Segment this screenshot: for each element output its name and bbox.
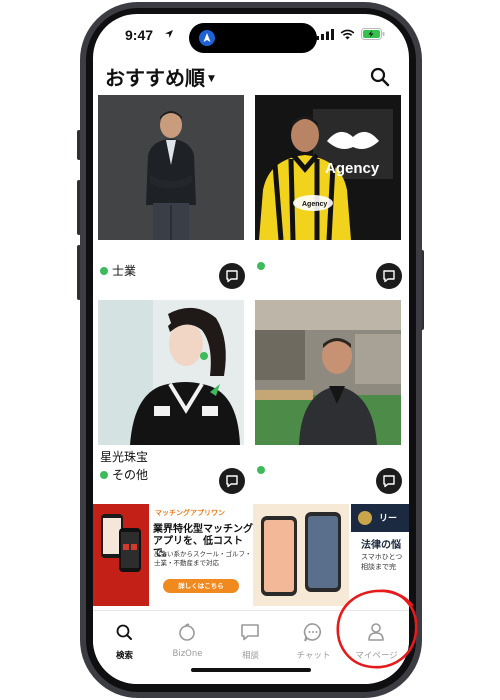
online-status-dot	[100, 470, 108, 479]
online-status-dot	[257, 466, 265, 474]
ad-brand: マッチングアプリワン	[155, 509, 225, 517]
tab-bizone[interactable]: BizOne	[156, 611, 219, 671]
tab-consult[interactable]: 相談	[219, 611, 282, 671]
consult-icon	[241, 624, 259, 641]
online-status-dot	[257, 262, 265, 270]
location-arrow-icon	[165, 30, 173, 38]
navigation-app-icon	[199, 30, 215, 46]
home-indicator[interactable]	[191, 668, 311, 672]
message-button[interactable]	[219, 263, 245, 289]
ad-subtext: 出会い系からスクール・ゴルフ・士業・不動産まで対応	[154, 550, 252, 567]
dynamic-island	[189, 23, 317, 53]
status-bar: 9:47	[93, 14, 409, 58]
agency-logo-text: Agency	[325, 160, 380, 177]
profile-category	[257, 262, 269, 270]
message-button[interactable]	[376, 263, 402, 289]
message-icon	[226, 475, 238, 488]
tab-label: 検索	[115, 651, 133, 661]
message-button[interactable]	[376, 468, 402, 494]
search-icon[interactable]	[369, 66, 391, 88]
ad-cta-button[interactable]: 詳しくはこちら	[163, 579, 239, 593]
ad-right-badge: リー	[379, 514, 398, 524]
ad-banner-left-image[interactable]	[93, 504, 149, 606]
signal-icon	[316, 28, 334, 40]
message-icon	[226, 270, 238, 283]
chat-icon	[303, 623, 322, 642]
bizone-icon	[179, 623, 195, 641]
profile-category-label: 士業	[112, 264, 137, 278]
list-header: おすすめ順 ▼	[93, 60, 409, 100]
sponsor-text: Agency	[302, 201, 327, 208]
message-button[interactable]	[219, 468, 245, 494]
message-icon	[383, 475, 395, 488]
ad-right-subtext: スマホひとつ 相談まで完	[361, 553, 403, 571]
sort-dropdown-title[interactable]: おすすめ順	[105, 62, 205, 91]
status-time: 9:47	[125, 27, 154, 43]
phone-screen: 9:47 おすすめ順 ▼ 士業 Agency Agency 星光珠宝 その他 マ…	[93, 14, 409, 684]
chevron-down-icon[interactable]: ▼	[208, 74, 215, 84]
profile-card-photo[interactable]	[255, 300, 401, 445]
battery-charging-icon	[361, 28, 385, 40]
profile-card-photo[interactable]: Agency Agency	[255, 95, 401, 240]
profile-category: その他	[100, 466, 148, 483]
annotation-circle	[336, 589, 418, 669]
ad-banner-main[interactable]: マッチングアプリワン 業界特化型マッチングアプリを、低コストで。 出会い系からス…	[151, 504, 253, 606]
profile-name: 星光珠宝	[100, 450, 149, 464]
profile-category	[257, 466, 269, 474]
wifi-icon	[340, 29, 355, 39]
profile-category-label: その他	[112, 468, 149, 482]
profile-category: 士業	[100, 262, 136, 279]
tab-label: 相談	[241, 651, 259, 661]
profile-card-photo[interactable]	[98, 95, 244, 240]
tab-search[interactable]: 検索	[93, 611, 156, 671]
ad-right-title: 法律の悩	[361, 540, 401, 551]
tab-label: BizOne	[172, 649, 203, 659]
message-icon	[383, 270, 395, 283]
online-status-dot	[100, 266, 108, 275]
profile-card-photo[interactable]	[98, 300, 244, 445]
search-icon	[116, 624, 132, 640]
